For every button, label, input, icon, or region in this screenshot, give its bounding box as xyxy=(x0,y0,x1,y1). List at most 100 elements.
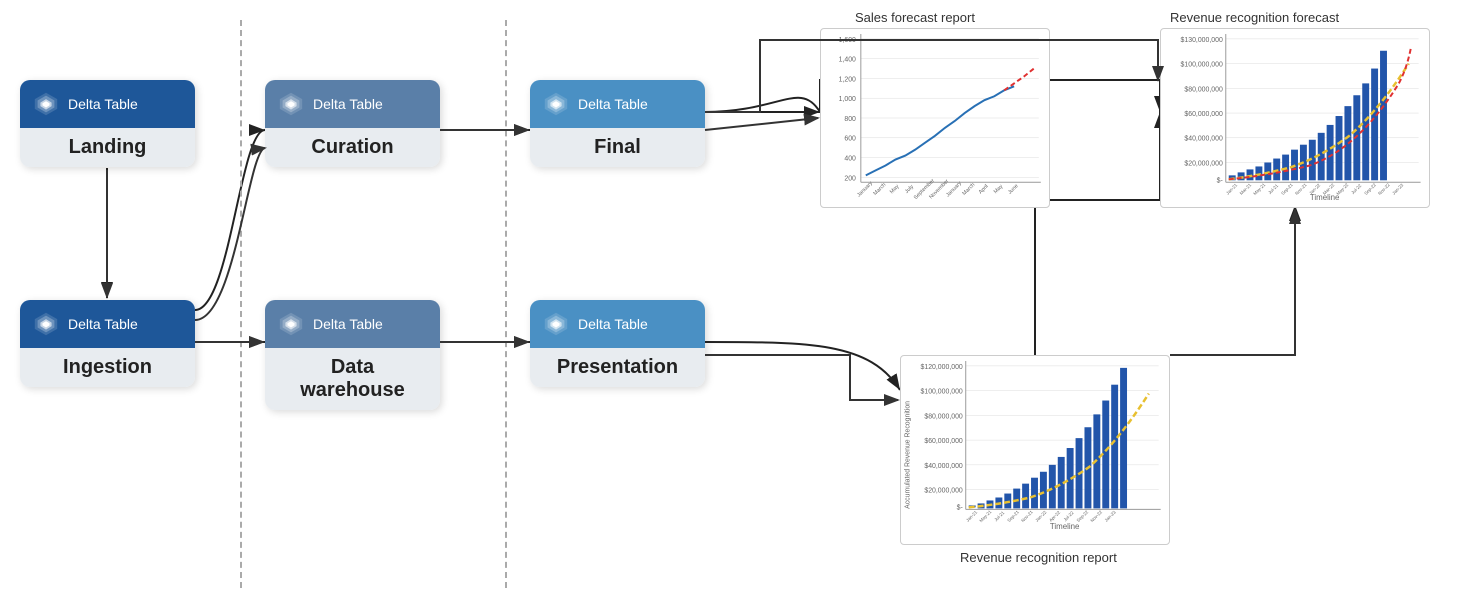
svg-text:$-: $- xyxy=(957,504,963,511)
node-curation-body-text: Curation xyxy=(311,136,393,158)
node-landing-header-text: Delta Table xyxy=(68,96,138,112)
svg-text:Jul-21: Jul-21 xyxy=(1267,183,1279,195)
databricks-icon-final xyxy=(542,90,570,118)
chart-sales-forecast: 1,600 1,400 1,200 1,000 800 600 400 200 … xyxy=(820,28,1050,208)
node-ingestion-body-text: Ingestion xyxy=(63,356,152,378)
svg-text:March: March xyxy=(961,182,976,197)
revenue-forecast-title: Revenue recognition forecast xyxy=(1170,10,1339,25)
svg-text:Jan-23: Jan-23 xyxy=(1391,182,1405,196)
node-presentation-body: Presentation xyxy=(530,348,705,387)
node-curation: Delta Table Curation xyxy=(265,80,440,167)
svg-text:$60,000,000: $60,000,000 xyxy=(924,438,963,445)
svg-text:Jul-21: Jul-21 xyxy=(993,510,1005,522)
node-curation-body: Curation xyxy=(265,128,440,167)
svg-text:Jan-21: Jan-21 xyxy=(1225,182,1239,196)
chart-revenue-report: $120,000,000 $100,000,000 $80,000,000 $6… xyxy=(900,355,1170,545)
svg-text:$120,000,000: $120,000,000 xyxy=(921,364,963,371)
node-landing-body-text: Landing xyxy=(69,136,147,158)
svg-text:July: July xyxy=(904,184,915,195)
svg-text:Jul-22: Jul-22 xyxy=(1350,183,1362,195)
svg-text:Timeline: Timeline xyxy=(1050,522,1080,531)
svg-text:Sep-21: Sep-21 xyxy=(1006,509,1020,523)
node-curation-header-text: Delta Table xyxy=(313,96,383,112)
revenue-report-svg: $120,000,000 $100,000,000 $80,000,000 $6… xyxy=(901,356,1169,544)
node-final-header-text: Delta Table xyxy=(578,96,648,112)
diagram-container: Delta Table Landing Delta Table Ingestio… xyxy=(0,0,1465,608)
node-datawarehouse-body-text: Data warehouse xyxy=(300,356,404,401)
svg-text:1,400: 1,400 xyxy=(839,57,856,64)
svg-text:Mar-21: Mar-21 xyxy=(1239,182,1253,196)
node-landing-body: Landing xyxy=(20,128,195,167)
svg-text:June: June xyxy=(1007,183,1020,196)
node-presentation: Delta Table Presentation xyxy=(530,300,705,387)
svg-text:$100,000,000: $100,000,000 xyxy=(921,389,963,396)
databricks-icon-curation xyxy=(277,90,305,118)
databricks-icon-ingestion xyxy=(32,310,60,338)
svg-text:1,000: 1,000 xyxy=(839,96,856,103)
svg-text:April: April xyxy=(978,184,990,196)
svg-text:1,200: 1,200 xyxy=(839,76,856,83)
svg-text:$80,000,000: $80,000,000 xyxy=(924,413,963,420)
node-datawarehouse-header-text: Delta Table xyxy=(313,316,383,332)
divider-1 xyxy=(240,20,242,588)
node-final-body: Final xyxy=(530,128,705,167)
sales-forecast-title: Sales forecast report xyxy=(855,10,975,25)
svg-text:$40,000,000: $40,000,000 xyxy=(924,463,963,470)
node-final-header: Delta Table xyxy=(530,80,705,128)
node-presentation-body-text: Presentation xyxy=(557,356,678,378)
svg-text:200: 200 xyxy=(844,175,856,182)
svg-text:Jan-22: Jan-22 xyxy=(1034,509,1048,523)
svg-text:Sep-21: Sep-21 xyxy=(1280,182,1294,196)
svg-text:400: 400 xyxy=(844,156,856,163)
svg-text:Accumulated Revenue Recognitio: Accumulated Revenue Recognition xyxy=(904,401,911,509)
svg-text:$100,000,000: $100,000,000 xyxy=(1181,62,1223,69)
node-final-body-text: Final xyxy=(594,136,641,158)
svg-text:Nov-21: Nov-21 xyxy=(1294,182,1308,196)
node-ingestion-body: Ingestion xyxy=(20,348,195,387)
svg-text:$60,000,000: $60,000,000 xyxy=(1184,111,1223,118)
svg-text:Nov-22: Nov-22 xyxy=(1377,182,1391,196)
node-datawarehouse-body: Data warehouse xyxy=(265,348,440,410)
node-ingestion: Delta Table Ingestion xyxy=(20,300,195,387)
svg-text:January: January xyxy=(856,180,874,198)
svg-text:800: 800 xyxy=(844,116,856,123)
svg-text:May-21: May-21 xyxy=(1252,182,1266,196)
svg-text:Nov-21: Nov-21 xyxy=(1020,509,1034,523)
revenue-report-title: Revenue recognition report xyxy=(960,550,1117,565)
node-final: Delta Table Final xyxy=(530,80,705,167)
svg-text:May: May xyxy=(889,184,901,196)
divider-2 xyxy=(505,20,507,588)
node-ingestion-header: Delta Table xyxy=(20,300,195,348)
node-curation-header: Delta Table xyxy=(265,80,440,128)
databricks-icon xyxy=(32,90,60,118)
svg-text:Jul-22: Jul-22 xyxy=(1063,510,1075,522)
sales-forecast-svg: 1,600 1,400 1,200 1,000 800 600 400 200 … xyxy=(821,29,1049,207)
node-presentation-header: Delta Table xyxy=(530,300,705,348)
svg-text:May: May xyxy=(993,184,1005,196)
svg-text:May-21: May-21 xyxy=(978,509,992,523)
svg-text:Jan-21: Jan-21 xyxy=(965,509,979,523)
svg-text:$20,000,000: $20,000,000 xyxy=(1184,160,1223,167)
svg-text:$20,000,000: $20,000,000 xyxy=(924,488,963,495)
svg-text:$40,000,000: $40,000,000 xyxy=(1184,136,1223,143)
svg-text:600: 600 xyxy=(844,136,856,143)
svg-text:$80,000,000: $80,000,000 xyxy=(1184,86,1223,93)
chart-revenue-forecast: $130,000,000 $100,000,000 $80,000,000 $6… xyxy=(1160,28,1430,208)
svg-text:Apr-22: Apr-22 xyxy=(1048,509,1061,522)
revenue-forecast-svg: $130,000,000 $100,000,000 $80,000,000 $6… xyxy=(1161,29,1429,207)
svg-text:Nov-22: Nov-22 xyxy=(1089,509,1103,523)
svg-text:1,600: 1,600 xyxy=(839,37,856,44)
node-landing: Delta Table Landing xyxy=(20,80,195,167)
svg-text:May-22: May-22 xyxy=(1335,182,1349,196)
svg-text:$-: $- xyxy=(1217,177,1223,184)
svg-text:March: March xyxy=(872,182,887,197)
node-datawarehouse-header: Delta Table xyxy=(265,300,440,348)
node-ingestion-header-text: Delta Table xyxy=(68,316,138,332)
node-datawarehouse: Delta Table Data warehouse xyxy=(265,300,440,410)
svg-text:Sep-22: Sep-22 xyxy=(1363,182,1377,196)
databricks-icon-presentation xyxy=(542,310,570,338)
svg-text:Jan-23: Jan-23 xyxy=(1104,509,1118,523)
node-presentation-header-text: Delta Table xyxy=(578,316,648,332)
databricks-icon-dw xyxy=(277,310,305,338)
svg-text:Sep-22: Sep-22 xyxy=(1076,509,1090,523)
